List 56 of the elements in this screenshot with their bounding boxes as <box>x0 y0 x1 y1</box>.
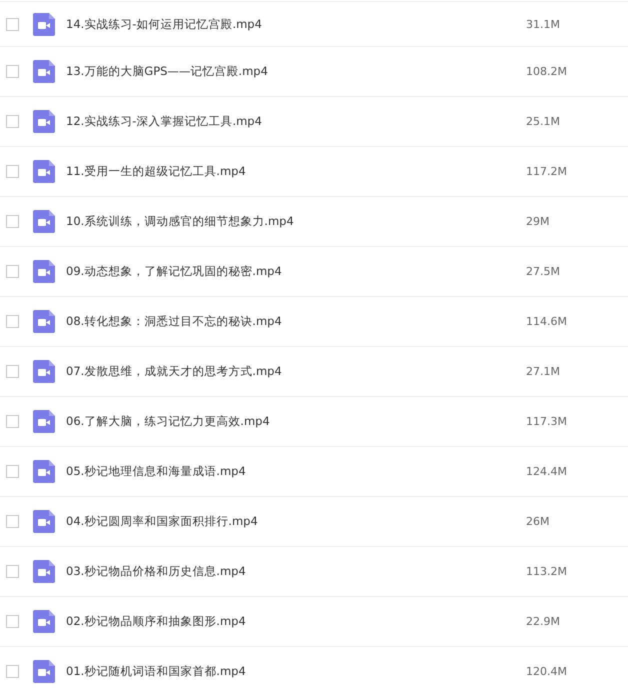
video-file-icon <box>33 60 55 83</box>
file-name[interactable]: 04.秒记圆周率和国家面积排行.mp4 <box>66 514 526 529</box>
file-name[interactable]: 09.动态想象，了解记忆巩固的秘密.mp4 <box>66 264 526 279</box>
video-file-icon <box>33 12 55 36</box>
checkbox[interactable] <box>6 415 19 428</box>
file-size: 113.2M <box>526 565 567 578</box>
checkbox[interactable] <box>6 615 19 628</box>
file-name[interactable]: 06.了解大脑，练习记忆力更高效.mp4 <box>66 414 526 429</box>
checkbox[interactable] <box>6 165 19 178</box>
video-file-icon <box>33 660 55 683</box>
file-size: 27.5M <box>526 265 560 278</box>
checkbox[interactable] <box>6 565 19 578</box>
video-file-icon <box>33 510 55 533</box>
video-file-icon <box>33 560 55 583</box>
file-name[interactable]: 05.秒记地理信息和海量成语.mp4 <box>66 464 526 479</box>
video-file-icon <box>33 610 55 633</box>
file-size: 29M <box>526 215 550 228</box>
file-name[interactable]: 08.转化想象：洞悉过目不忘的秘诀.mp4 <box>66 314 526 329</box>
file-name[interactable]: 11.受用一生的超级记忆工具.mp4 <box>66 164 526 179</box>
file-size: 117.2M <box>526 165 567 178</box>
file-size: 31.1M <box>526 18 560 30</box>
video-file-icon <box>33 310 55 333</box>
checkbox[interactable] <box>6 65 19 78</box>
file-size: 22.9M <box>526 615 560 628</box>
checkbox[interactable] <box>6 665 19 678</box>
file-size: 117.3M <box>526 415 567 428</box>
checkbox[interactable] <box>6 365 19 378</box>
checkbox[interactable] <box>6 465 19 478</box>
file-size: 25.1M <box>526 115 560 128</box>
file-size: 26M <box>526 515 550 528</box>
video-file-icon <box>33 360 55 383</box>
file-size: 120.4M <box>526 665 567 678</box>
file-name[interactable]: 07.发散思维，成就天才的思考方式.mp4 <box>66 364 526 379</box>
video-file-icon <box>33 160 55 183</box>
file-name[interactable]: 10.系统训练，调动感官的细节想象力.mp4 <box>66 214 526 229</box>
file-name[interactable]: 03.秒记物品价格和历史信息.mp4 <box>66 564 526 579</box>
checkbox[interactable] <box>6 18 19 30</box>
checkbox[interactable] <box>6 265 19 278</box>
video-file-icon <box>33 410 55 433</box>
checkbox[interactable] <box>6 515 19 528</box>
checkbox[interactable] <box>6 215 19 228</box>
file-name[interactable]: 02.秒记物品顺序和抽象图形.mp4 <box>66 614 526 629</box>
file-size: 124.4M <box>526 465 567 478</box>
file-name[interactable]: 14.实战练习-如何运用记忆宫殿.mp4 <box>66 16 526 32</box>
video-file-icon <box>33 460 55 483</box>
file-name[interactable]: 01.秒记随机词语和国家首都.mp4 <box>66 664 526 679</box>
video-file-icon <box>33 110 55 133</box>
video-file-icon <box>33 260 55 283</box>
file-size: 27.1M <box>526 365 560 378</box>
checkbox[interactable] <box>6 115 19 128</box>
checkbox[interactable] <box>6 315 19 328</box>
file-name[interactable]: 12.实战练习-深入掌握记忆工具.mp4 <box>66 114 526 129</box>
video-file-icon <box>33 210 55 233</box>
file-size: 114.6M <box>526 315 567 328</box>
file-name[interactable]: 13.万能的大脑GPS——记忆宫殿.mp4 <box>66 64 526 79</box>
file-size: 108.2M <box>526 65 567 78</box>
